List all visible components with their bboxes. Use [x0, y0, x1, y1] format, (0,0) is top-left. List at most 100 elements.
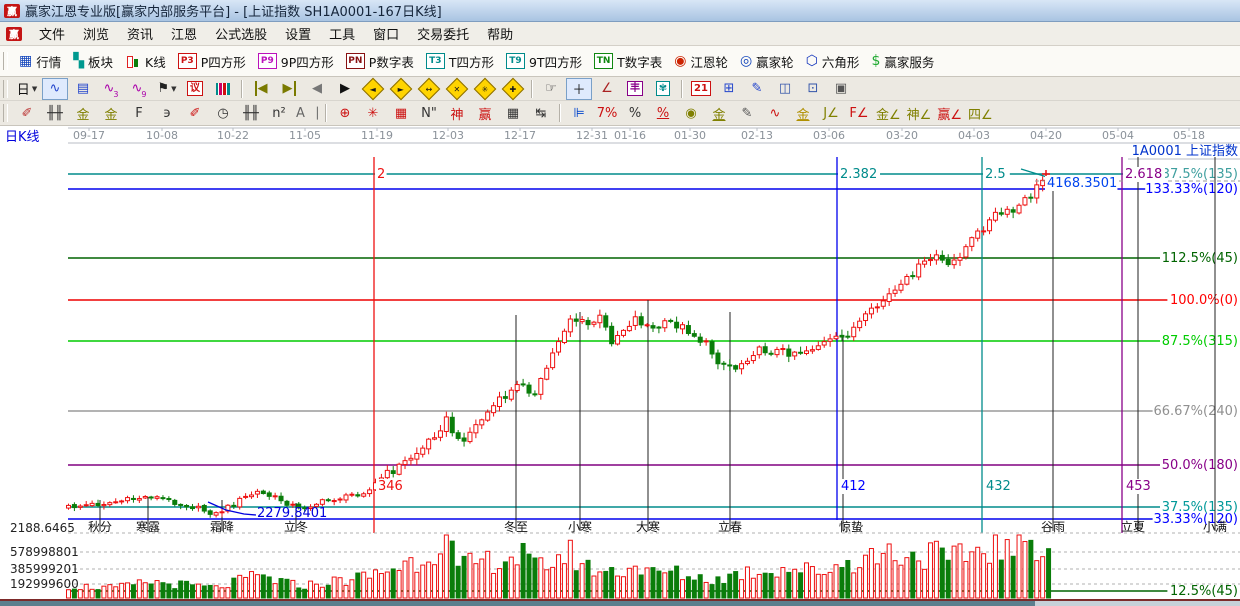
gann-text-button[interactable]: 议 — [182, 78, 208, 100]
next-bar-button[interactable]: ▶ — [332, 78, 358, 100]
gann-web-box-button[interactable]: ▦ — [388, 102, 414, 124]
fit-screen-button[interactable]: ✚ — [500, 77, 526, 100]
menu-news[interactable]: 资讯 — [118, 22, 162, 45]
shen-fence-button[interactable]: 神 — [444, 102, 470, 124]
save-button[interactable]: ◫ — [772, 78, 798, 100]
angle-j-button[interactable]: J∠ — [818, 102, 844, 124]
gold-line-button[interactable]: 金 — [790, 102, 816, 124]
sectors-label: 板块 — [88, 54, 114, 70]
k-quote-mark-button[interactable]: N" — [416, 102, 442, 124]
first-bar-button[interactable]: ◀ — [248, 78, 274, 100]
detail-list-button[interactable]: ▤ — [70, 78, 96, 100]
p-number-table-button[interactable]: PN P数字表 — [340, 50, 420, 73]
swing-3-button[interactable]: ∿ 3 — [98, 78, 124, 100]
volume-bar — [851, 572, 857, 599]
gann-wheel-button[interactable]: ◉ 江恩轮 — [668, 50, 734, 73]
memo-button[interactable]: ✎ — [744, 78, 770, 100]
candle — [804, 350, 809, 354]
winner-wheel-button[interactable]: ◎ 赢家轮 — [734, 50, 800, 73]
t-square-button[interactable]: T3 T四方形 — [420, 50, 500, 73]
a-channel-button[interactable]: A⎹ — [294, 102, 320, 124]
angle-four-button[interactable]: 四∠ — [966, 102, 995, 124]
h-scrollbar-thumb[interactable] — [0, 601, 1035, 606]
kline-button[interactable]: K线 — [119, 50, 172, 73]
fence-plain-button[interactable]: ╫╫ — [238, 102, 264, 124]
shift-right-button[interactable]: ► — [388, 77, 414, 100]
hexagon-button[interactable]: ⬡ 六角形 — [800, 50, 866, 73]
wave-tool-button[interactable]: ∿ — [762, 102, 788, 124]
candle — [390, 470, 396, 474]
kline-chart-area[interactable]: 09-17 10-08 10-22 11-05 11-19 12-03 12-17 12-31… — [0, 126, 1240, 606]
quotes-button[interactable]: ▦ 行情 — [13, 50, 67, 73]
calculator-button[interactable]: ⊞ — [716, 78, 742, 100]
t-number-table-button[interactable]: TN T数字表 — [588, 50, 668, 73]
gann-web-button[interactable]: ✳ — [360, 102, 386, 124]
menu-file[interactable]: 文件 — [30, 22, 74, 45]
menu-gann[interactable]: 江恩 — [162, 22, 206, 45]
win-fence-button[interactable]: 赢 — [472, 102, 498, 124]
sectors-button[interactable]: ▚ 板块 — [67, 50, 119, 73]
volume-bar — [733, 571, 739, 599]
last-bar-button[interactable]: ▶ — [276, 78, 302, 100]
angle-shen-button[interactable]: 神∠ — [905, 102, 934, 124]
percent-line-button[interactable]: % — [650, 102, 676, 124]
gold-fence-a-button[interactable]: 金 — [70, 102, 96, 124]
angle-measure-button[interactable]: ∠ — [594, 78, 620, 100]
ruler-123-button[interactable]: ▦ — [500, 102, 526, 124]
candle — [496, 396, 502, 408]
p-square-button[interactable]: P3 P四方形 — [172, 50, 252, 73]
spiral-tool-button[interactable]: ϶ — [154, 102, 180, 124]
9t-square-button[interactable]: T9 9T四方形 — [500, 50, 588, 73]
volume-profile-button[interactable] — [210, 78, 236, 100]
line-chart-button[interactable]: ∿ — [42, 77, 68, 100]
expand-all-button[interactable]: ✳ — [472, 77, 498, 100]
prev-bar-button[interactable]: ◀ — [304, 78, 330, 100]
angle-f-button[interactable]: F∠ — [846, 102, 872, 124]
gann-form-purple-button[interactable]: 丰 — [622, 78, 648, 100]
f-fence-button[interactable]: F — [126, 102, 152, 124]
compress-view-button[interactable]: ✕ — [444, 77, 470, 100]
price-ruler-button[interactable]: ⊫ — [566, 102, 592, 124]
menu-browse[interactable]: 浏览 — [74, 22, 118, 45]
winner-service-button[interactable]: $ 赢家服务 — [865, 50, 940, 73]
candle — [927, 259, 933, 262]
angle-gold-button[interactable]: 金∠ — [874, 102, 903, 124]
span-arrows-button[interactable]: ↹ — [528, 102, 554, 124]
red-knife-button[interactable]: ✐ — [182, 102, 208, 124]
title-bar: 赢 赢家江恩专业版[赢家内部服务平台] - [上证指数 SH1A0001-167… — [0, 0, 1240, 22]
menu-help[interactable]: 帮助 — [478, 22, 522, 45]
menu-trade[interactable]: 交易委托 — [408, 22, 478, 45]
shift-left-button[interactable]: ◄ — [360, 77, 386, 100]
pan-hand-button[interactable]: ☞ — [538, 78, 564, 100]
gann-form-teal-button[interactable]: ✾ — [650, 78, 676, 100]
percent-7-button[interactable]: 7% — [594, 102, 620, 124]
paint-knife-button[interactable]: ✐ — [14, 102, 40, 124]
net-save-button[interactable]: ⊡ — [800, 78, 826, 100]
crosshair-button[interactable]: ＋ — [566, 77, 592, 100]
gold-circle-button[interactable]: ◉ — [678, 102, 704, 124]
swing-9-button[interactable]: ∿ 9 — [126, 78, 152, 100]
menu-tools[interactable]: 工具 — [320, 22, 364, 45]
flag-marker-button[interactable]: ⚑ ▼ — [154, 78, 180, 100]
calendar-button[interactable]: 21 — [688, 78, 714, 100]
gold-level-button[interactable]: 金 — [706, 102, 732, 124]
percent-button[interactable]: % — [622, 102, 648, 124]
main-toolbar: ▦ 行情 ▚ 板块 K线 P3 P四方形 P9 9P四方形 PN P数字表 T3 T四方形 T9 9T四方形… — [0, 46, 1240, 77]
menu-settings[interactable]: 设置 — [276, 22, 320, 45]
zoom-horizontal-button[interactable]: ↔ — [416, 77, 442, 100]
gold-fence-b-button[interactable]: 金 — [98, 102, 124, 124]
angle-win-button[interactable]: 赢∠ — [935, 102, 964, 124]
n-square-button[interactable]: n² — [266, 102, 292, 124]
gann-fence-button[interactable]: ╫╫ — [42, 102, 68, 124]
time-clock-button[interactable]: ◷ — [210, 102, 236, 124]
menu-formula-stock-pick[interactable]: 公式选股 — [206, 22, 276, 45]
book-pen-button[interactable]: ✎ — [734, 102, 760, 124]
p-square-label: P四方形 — [200, 54, 246, 70]
menu-window[interactable]: 窗口 — [364, 22, 408, 45]
circle-cross-button[interactable]: ⊕ — [332, 102, 358, 124]
volume-bar — [650, 567, 656, 599]
quotes-label: 行情 — [36, 54, 62, 70]
9p-square-button[interactable]: P9 9P四方形 — [252, 50, 340, 73]
workstation-button[interactable]: ▣ — [828, 78, 854, 100]
kline-period-select-button[interactable]: 日 ▼ — [14, 78, 40, 100]
